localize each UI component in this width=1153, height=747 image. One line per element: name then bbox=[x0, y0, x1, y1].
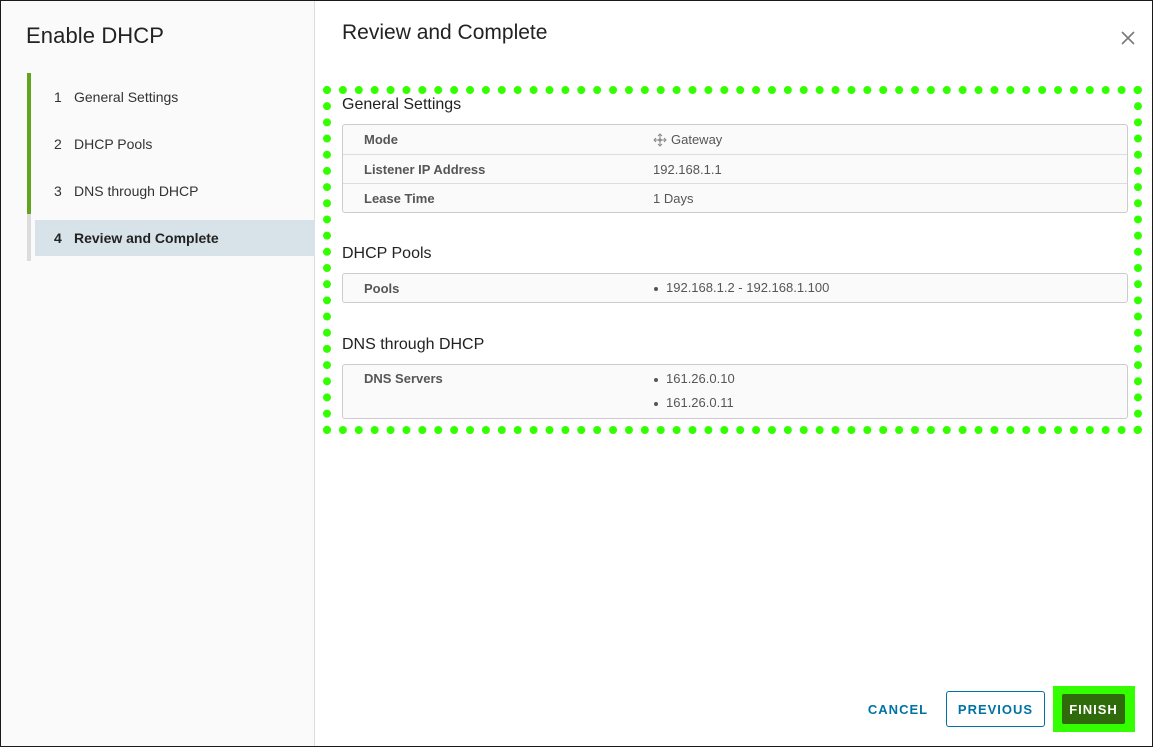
list-item: 192.168.1.2 - 192.168.1.100 bbox=[653, 276, 1127, 300]
step-number: 1 bbox=[54, 88, 62, 105]
step-review-and-complete[interactable]: 4 Review and Complete bbox=[27, 214, 315, 261]
cancel-button[interactable]: CANCEL bbox=[859, 691, 937, 727]
step-number: 2 bbox=[54, 135, 62, 152]
table-row-mode: Mode Gateway bbox=[343, 125, 1127, 154]
enable-dhcp-dialog: Enable DHCP 1 General Settings 2 DHCP Po… bbox=[0, 0, 1153, 747]
section-title-dhcp-pools: DHCP Pools bbox=[342, 245, 432, 262]
step-dhcp-pools[interactable]: 2 DHCP Pools bbox=[27, 120, 315, 167]
row-key: Listener IP Address bbox=[364, 161, 486, 177]
wizard-steps: 1 General Settings 2 DHCP Pools 3 DNS th… bbox=[27, 73, 315, 261]
list-item: 161.26.0.10 bbox=[653, 367, 1127, 391]
step-number: 4 bbox=[54, 229, 62, 246]
table-row-listener-ip: Listener IP Address 192.168.1.1 bbox=[343, 154, 1127, 183]
dhcp-pools-table: Pools 192.168.1.2 - 192.168.1.100 bbox=[342, 273, 1128, 303]
step-general-settings[interactable]: 1 General Settings bbox=[27, 73, 315, 120]
row-key: Pools bbox=[364, 280, 400, 296]
row-key: Mode bbox=[364, 132, 398, 147]
row-key: DNS Servers bbox=[364, 371, 443, 386]
pools-list: 192.168.1.2 - 192.168.1.100 bbox=[653, 276, 1127, 300]
row-value: 1 Days bbox=[653, 190, 694, 206]
row-key: Lease Time bbox=[364, 190, 435, 206]
close-icon bbox=[1121, 31, 1135, 45]
general-settings-table: Mode Gateway Listener IP Address 192.168… bbox=[342, 124, 1128, 213]
finish-button[interactable]: FINISH bbox=[1062, 694, 1125, 724]
section-title-general-settings: General Settings bbox=[342, 96, 462, 113]
step-label: General Settings bbox=[74, 88, 179, 105]
close-button[interactable] bbox=[1117, 27, 1139, 49]
step-dns-through-dhcp[interactable]: 3 DNS through DHCP bbox=[27, 167, 315, 214]
row-value: 192.168.1.1 bbox=[653, 161, 722, 177]
section-title-dns-through-dhcp: DNS through DHCP bbox=[342, 336, 485, 353]
dns-servers-list: 161.26.0.10 161.26.0.11 bbox=[653, 367, 1127, 415]
step-label: DNS through DHCP bbox=[74, 182, 199, 199]
list-item: 161.26.0.11 bbox=[653, 391, 1127, 415]
row-value: 161.26.0.10 161.26.0.11 bbox=[653, 367, 1127, 415]
mode-value: Gateway bbox=[671, 132, 723, 147]
table-row-lease-time: Lease Time 1 Days bbox=[343, 183, 1127, 212]
dns-servers-table: DNS Servers 161.26.0.10 161.26.0.11 bbox=[342, 364, 1128, 419]
gateway-icon bbox=[653, 132, 667, 147]
table-row-pools: Pools 192.168.1.2 - 192.168.1.100 bbox=[343, 274, 1127, 302]
wizard-title: Enable DHCP bbox=[26, 23, 165, 48]
step-number: 3 bbox=[54, 182, 62, 199]
table-row-dns-servers: DNS Servers 161.26.0.10 161.26.0.11 bbox=[343, 365, 1127, 418]
step-label: Review and Complete bbox=[74, 229, 219, 246]
wizard-sidebar: Enable DHCP 1 General Settings 2 DHCP Po… bbox=[1, 1, 315, 746]
previous-button[interactable]: PREVIOUS bbox=[946, 691, 1045, 727]
row-value: 192.168.1.2 - 192.168.1.100 bbox=[653, 276, 1127, 300]
row-value: Gateway bbox=[653, 132, 1127, 147]
step-label: DHCP Pools bbox=[74, 135, 153, 152]
page-title: Review and Complete bbox=[342, 21, 548, 44]
